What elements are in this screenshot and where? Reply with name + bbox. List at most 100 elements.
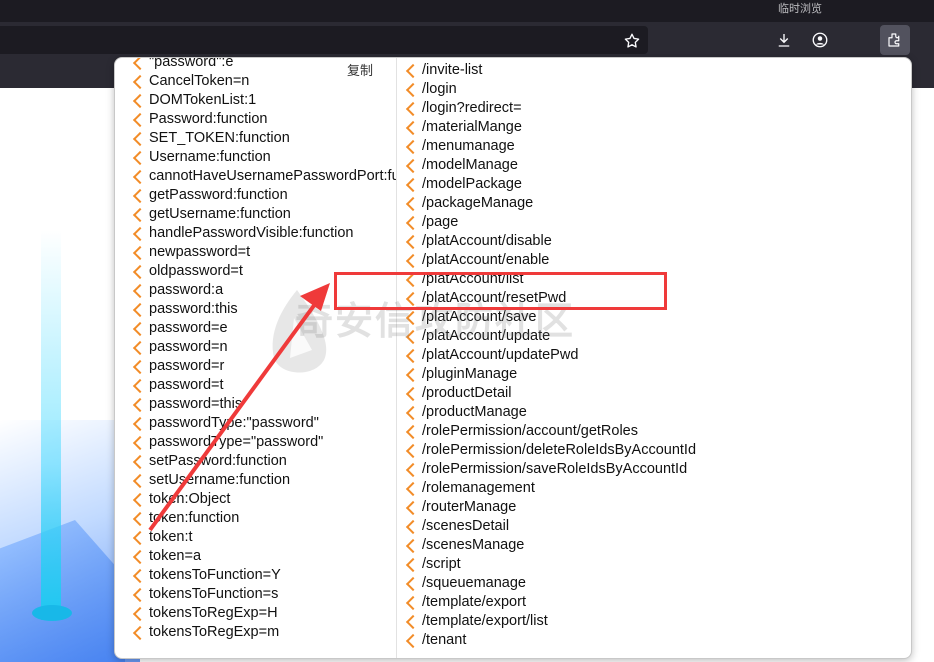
url-bar[interactable] bbox=[0, 26, 648, 54]
chevron-left-icon bbox=[405, 101, 421, 117]
keyword-item[interactable]: tokensToFunction=Y bbox=[132, 566, 397, 585]
keyword-item[interactable]: password=this bbox=[132, 395, 397, 414]
path-item[interactable]: /rolePermission/saveRoleIdsByAccountId bbox=[405, 460, 696, 479]
keyword-item[interactable]: passwordType:"password" bbox=[132, 414, 397, 433]
path-item-label: /login?redirect= bbox=[422, 100, 522, 116]
highlight-box bbox=[334, 272, 667, 310]
path-item[interactable]: /rolePermission/deleteRoleIdsByAccountId bbox=[405, 441, 697, 460]
keyword-item[interactable]: SET_TOKEN:function bbox=[132, 129, 397, 148]
path-item[interactable]: /login?redirect= bbox=[405, 99, 696, 118]
chevron-left-icon bbox=[405, 481, 421, 497]
left-column[interactable]: "password":e CancelToken=n DOMTokenList:1 P… bbox=[115, 58, 397, 658]
path-item[interactable]: /platAccount/enable bbox=[405, 251, 696, 270]
path-item[interactable]: /rolePermission/account/getRoles bbox=[405, 422, 696, 441]
chevron-left-icon bbox=[405, 63, 421, 79]
navigation-toolbar bbox=[0, 22, 934, 58]
copy-button[interactable]: 复制 bbox=[347, 60, 373, 79]
keyword-item[interactable]: token:t bbox=[132, 528, 397, 547]
profile-label[interactable]: 临时浏览 bbox=[778, 0, 822, 16]
keyword-item[interactable]: setUsername:function bbox=[132, 471, 397, 490]
keyword-item[interactable]: cannotHaveUsernamePasswordPort:function bbox=[132, 167, 397, 186]
path-item-label: /packageManage bbox=[422, 195, 534, 211]
chevron-left-icon bbox=[405, 405, 421, 421]
chevron-left-icon bbox=[132, 340, 148, 356]
chevron-left-icon bbox=[405, 253, 421, 269]
path-item[interactable]: /platAccount/updatePwd bbox=[405, 346, 696, 365]
keyword-item[interactable]: setPassword:function bbox=[132, 452, 397, 471]
keyword-item-label: handlePasswordVisible:function bbox=[149, 225, 354, 241]
tab-strip: 临时浏览 bbox=[0, 0, 934, 22]
download-icon[interactable] bbox=[774, 30, 794, 50]
path-item[interactable]: /page bbox=[405, 213, 696, 232]
path-item-label: /scenesManage bbox=[422, 537, 525, 553]
chevron-left-icon bbox=[132, 530, 148, 546]
chevron-left-icon bbox=[405, 367, 421, 383]
chevron-left-icon bbox=[132, 58, 148, 71]
path-item-label: /platAccount/updatePwd bbox=[422, 347, 579, 363]
chevron-left-icon bbox=[405, 424, 421, 440]
path-item[interactable]: /packageManage bbox=[405, 194, 696, 213]
chevron-left-icon bbox=[405, 576, 421, 592]
chevron-left-icon bbox=[132, 74, 148, 90]
keyword-item[interactable]: getUsername:function bbox=[132, 205, 397, 224]
path-item-label: /page bbox=[422, 214, 459, 230]
chevron-left-icon bbox=[132, 150, 148, 166]
path-item[interactable]: /template/export bbox=[405, 593, 696, 612]
path-item[interactable]: /login bbox=[405, 80, 696, 99]
path-item-label: /productManage bbox=[422, 404, 527, 420]
extensions-icon[interactable] bbox=[880, 25, 910, 55]
chevron-left-icon bbox=[132, 492, 148, 508]
star-icon[interactable] bbox=[622, 31, 642, 51]
keyword-item[interactable]: token:Object bbox=[132, 490, 397, 509]
path-item[interactable]: /routerManage bbox=[405, 498, 696, 517]
path-list: /invite-list/login/login?redirect= /mater… bbox=[405, 61, 697, 650]
right-column[interactable]: /invite-list/login/login?redirect= /mater… bbox=[398, 58, 911, 658]
keyword-item[interactable]: Username:function bbox=[132, 148, 397, 167]
chevron-left-icon bbox=[132, 625, 148, 641]
keyword-item-label: Username:function bbox=[149, 149, 271, 165]
keyword-item[interactable]: passwordType="password" bbox=[132, 433, 397, 452]
chevron-left-icon bbox=[132, 454, 148, 470]
path-item[interactable]: /template/export/list bbox=[405, 612, 696, 631]
keyword-item[interactable]: tokensToRegExp=H bbox=[132, 604, 397, 623]
chevron-left-icon bbox=[405, 215, 421, 231]
account-icon[interactable] bbox=[810, 30, 830, 50]
path-item[interactable]: /pluginManage bbox=[405, 365, 696, 384]
path-item[interactable]: /script bbox=[405, 555, 696, 574]
keyword-item[interactable]: handlePasswordVisible:function bbox=[132, 224, 397, 243]
keyword-item[interactable]: DOMTokenList:1 bbox=[132, 91, 397, 110]
path-item[interactable]: /modelManage bbox=[405, 156, 696, 175]
path-item[interactable]: /modelPackage bbox=[405, 175, 696, 194]
path-item[interactable]: /productDetail bbox=[405, 384, 696, 403]
keyword-item[interactable]: Password:function bbox=[132, 110, 397, 129]
keyword-item-label: tokensToRegExp=H bbox=[149, 605, 278, 621]
path-item[interactable]: /squeuemanage bbox=[405, 574, 696, 593]
keyword-item[interactable]: newpassword=t bbox=[132, 243, 397, 262]
keyword-item-label: password=t bbox=[149, 377, 224, 393]
keyword-item[interactable]: getPassword:function bbox=[132, 186, 397, 205]
extension-popup: "password":e CancelToken=n DOMTokenList:1 P… bbox=[114, 57, 912, 659]
column-divider bbox=[396, 58, 397, 658]
chevron-left-icon bbox=[132, 416, 148, 432]
path-item[interactable]: /scenesManage bbox=[405, 536, 696, 555]
path-item[interactable]: /rolemanagement bbox=[405, 479, 696, 498]
keyword-item[interactable]: tokensToRegExp=m bbox=[132, 623, 397, 642]
keyword-item[interactable]: token=a bbox=[132, 547, 397, 566]
chevron-left-icon bbox=[132, 549, 148, 565]
path-item[interactable]: /tenant bbox=[405, 631, 696, 650]
keyword-item[interactable]: tokensToFunction=s bbox=[132, 585, 397, 604]
chevron-left-icon bbox=[405, 519, 421, 535]
path-item[interactable]: /scenesDetail bbox=[405, 517, 696, 536]
keyword-item-label: password=e bbox=[149, 320, 228, 336]
keyword-item-label: password=this bbox=[149, 396, 243, 412]
path-item[interactable]: /productManage bbox=[405, 403, 696, 422]
path-item[interactable]: /invite-list bbox=[405, 61, 696, 80]
keyword-item[interactable]: token:function bbox=[132, 509, 397, 528]
path-item[interactable]: /materialMange bbox=[405, 118, 696, 137]
path-item-label: /rolePermission/deleteRoleIdsByAccountId bbox=[422, 442, 697, 458]
chevron-left-icon bbox=[405, 348, 421, 364]
path-item[interactable]: /menumanage bbox=[405, 137, 696, 156]
path-item[interactable]: /platAccount/disable bbox=[405, 232, 696, 251]
keyword-item[interactable]: password=t bbox=[132, 376, 397, 395]
path-item-label: /modelPackage bbox=[422, 176, 522, 192]
